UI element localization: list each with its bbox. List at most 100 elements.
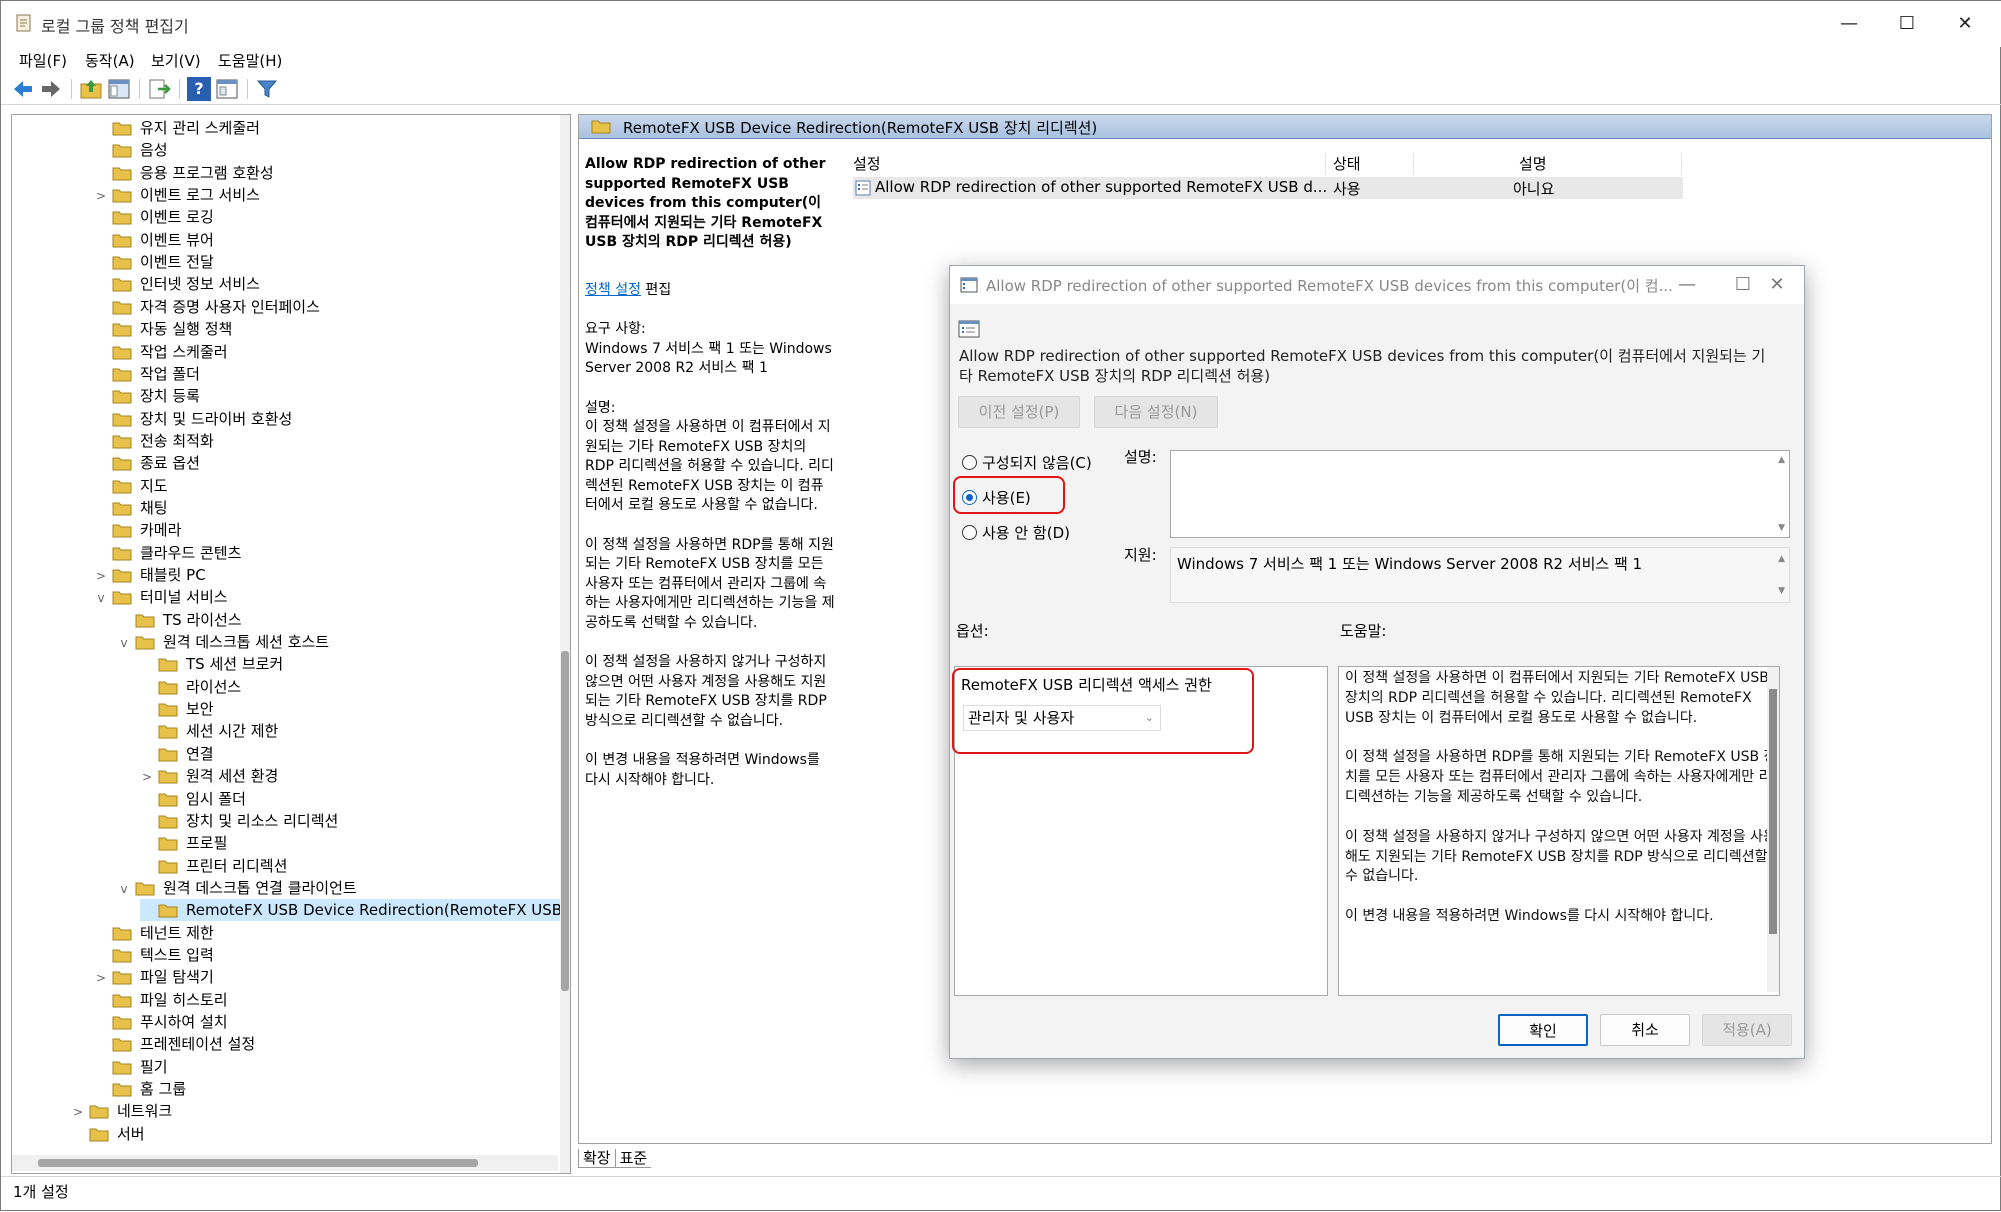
dialog-minimize-button[interactable]: — bbox=[1660, 270, 1714, 300]
tree-item[interactable]: 응용 프로그램 호환성 bbox=[94, 162, 274, 184]
filter-icon[interactable] bbox=[255, 77, 279, 101]
help-scroll-thumb[interactable] bbox=[1769, 689, 1777, 934]
radio-circle[interactable] bbox=[962, 455, 977, 470]
table-row[interactable]: Allow RDP redirection of other supported… bbox=[853, 177, 1683, 199]
radio-not-configured[interactable]: 구성되지 않음(C) bbox=[962, 452, 1092, 473]
menu-file[interactable]: 파일(F) bbox=[19, 50, 67, 71]
tree-vertical-scroll-thumb[interactable] bbox=[561, 651, 569, 991]
column-divider[interactable] bbox=[1413, 153, 1414, 175]
tree-item[interactable]: 라이선스 bbox=[140, 676, 241, 698]
scroll-down-icon[interactable]: ▼ bbox=[1778, 523, 1785, 533]
dialog-close-button[interactable]: ✕ bbox=[1750, 270, 1804, 300]
column-comment[interactable]: 설명 bbox=[1519, 153, 1547, 174]
collapse-chevron-icon[interactable]: v bbox=[117, 878, 131, 900]
help-panel[interactable]: 이 정책 설정을 사용하면 이 컴퓨터에서 지원되는 기타 RemoteFX U… bbox=[1338, 666, 1780, 996]
help-scrollbar[interactable] bbox=[1767, 667, 1779, 992]
tree-item[interactable]: 음성 bbox=[94, 139, 168, 161]
tree-item[interactable]: 자동 실행 정책 bbox=[94, 318, 232, 340]
tree-item[interactable]: 세션 시간 제한 bbox=[140, 720, 278, 742]
tree-item[interactable]: 보안 bbox=[140, 698, 214, 720]
show-hide-tree-icon[interactable] bbox=[107, 77, 131, 101]
expand-chevron-icon[interactable]: > bbox=[94, 967, 108, 989]
tree-item[interactable]: 클라우드 콘텐츠 bbox=[94, 542, 241, 564]
tree-item[interactable]: 작업 폴더 bbox=[94, 363, 200, 385]
folder-up-icon[interactable] bbox=[79, 77, 103, 101]
maximize-button[interactable]: ☐ bbox=[1877, 9, 1937, 39]
tree-item[interactable]: 유지 관리 스케줄러 bbox=[94, 117, 260, 139]
tree-item[interactable]: > 네트워크 bbox=[71, 1100, 172, 1122]
tab-standard[interactable]: 표준 bbox=[615, 1149, 652, 1168]
column-setting[interactable]: 설정 bbox=[853, 153, 881, 174]
close-button[interactable]: ✕ bbox=[1935, 9, 1995, 39]
tree-item[interactable]: 프레젠테이션 설정 bbox=[94, 1033, 255, 1055]
tree-horizontal-scrollbar[interactable] bbox=[12, 1155, 558, 1171]
tree-item[interactable]: 홈 그룹 bbox=[94, 1078, 186, 1100]
tree-item[interactable]: 인터넷 정보 서비스 bbox=[94, 273, 260, 295]
collapse-chevron-icon[interactable]: v bbox=[94, 587, 108, 609]
tree-item[interactable]: 푸시하여 설치 bbox=[94, 1011, 228, 1033]
tree-item[interactable]: 채팅 bbox=[94, 497, 168, 519]
back-arrow-icon[interactable] bbox=[11, 77, 35, 101]
tree-item[interactable]: 전송 최적화 bbox=[94, 430, 214, 452]
tree-item[interactable]: 종료 옵션 bbox=[94, 452, 200, 474]
expand-chevron-icon[interactable]: > bbox=[94, 565, 108, 587]
tree-item[interactable]: TS 라이선스 bbox=[117, 609, 242, 631]
cancel-button[interactable]: 취소 bbox=[1600, 1014, 1690, 1046]
edit-policy-link[interactable]: 정책 설정 bbox=[585, 282, 641, 298]
tree-item[interactable]: v 터미널 서비스 bbox=[94, 586, 227, 609]
apply-button[interactable]: 적용(A) bbox=[1702, 1014, 1792, 1046]
help-icon[interactable]: ? bbox=[187, 77, 211, 101]
expand-chevron-icon[interactable]: > bbox=[94, 185, 108, 207]
title-bar[interactable]: 로컬 그룹 정책 편집기 — ☐ ✕ bbox=[1, 1, 2001, 47]
tree-item[interactable]: 프로필 bbox=[140, 832, 227, 854]
column-state[interactable]: 상태 bbox=[1333, 153, 1361, 174]
tree-vertical-scrollbar[interactable] bbox=[560, 115, 570, 1173]
next-setting-button[interactable]: 다음 설정(N) bbox=[1094, 396, 1218, 428]
tree-item[interactable]: 장치 및 리소스 리디렉션 bbox=[140, 810, 338, 832]
minimize-button[interactable]: — bbox=[1819, 9, 1879, 39]
column-divider[interactable] bbox=[1681, 153, 1682, 175]
tree-item[interactable]: 프린터 리디렉션 bbox=[140, 855, 287, 877]
menu-help[interactable]: 도움말(H) bbox=[218, 50, 282, 71]
tree-item[interactable]: 장치 및 드라이버 호환성 bbox=[94, 408, 292, 430]
tree-item[interactable]: v 원격 데스크톱 연결 클라이언트 bbox=[117, 877, 356, 900]
tree-item[interactable]: 이벤트 뷰어 bbox=[94, 229, 214, 251]
tree-item[interactable]: > 이벤트 로그 서비스 bbox=[94, 184, 260, 206]
tree-horizontal-scroll-thumb[interactable] bbox=[38, 1159, 478, 1167]
radio-disabled[interactable]: 사용 안 함(D) bbox=[962, 522, 1070, 543]
ok-button[interactable]: 확인 bbox=[1498, 1014, 1588, 1046]
tree-item[interactable]: > 태블릿 PC bbox=[94, 564, 206, 586]
tree-item[interactable]: 필기 bbox=[94, 1056, 168, 1078]
menu-view[interactable]: 보기(V) bbox=[151, 50, 201, 71]
tree-item[interactable]: 작업 스케줄러 bbox=[94, 341, 228, 363]
expand-chevron-icon[interactable]: > bbox=[71, 1101, 85, 1123]
properties-icon[interactable] bbox=[215, 77, 239, 101]
tree-item[interactable]: 테넌트 제한 bbox=[94, 922, 214, 944]
tree-item[interactable]: 자격 증명 사용자 인터페이스 bbox=[94, 296, 320, 318]
previous-setting-button[interactable]: 이전 설정(P) bbox=[958, 396, 1080, 428]
scroll-up-icon[interactable]: ▲ bbox=[1778, 554, 1785, 564]
scroll-down-icon[interactable]: ▼ bbox=[1778, 586, 1785, 596]
tree-item[interactable]: 서버 bbox=[71, 1123, 145, 1145]
comment-textarea[interactable]: ▲ ▼ bbox=[1170, 450, 1790, 538]
tree-item[interactable]: > 파일 탐색기 bbox=[94, 966, 214, 988]
expand-chevron-icon[interactable]: > bbox=[140, 766, 154, 788]
tree-item[interactable]: > 원격 세션 환경 bbox=[140, 765, 278, 787]
menu-action[interactable]: 동작(A) bbox=[85, 50, 135, 71]
collapse-chevron-icon[interactable]: v bbox=[117, 632, 131, 654]
tree-item[interactable]: 지도 bbox=[94, 475, 168, 497]
column-divider[interactable] bbox=[1325, 153, 1326, 175]
export-list-icon[interactable] bbox=[147, 77, 171, 101]
forward-arrow-icon[interactable] bbox=[39, 77, 63, 101]
radio-circle[interactable] bbox=[962, 525, 977, 540]
dialog-title-bar[interactable]: Allow RDP redirection of other supported… bbox=[950, 266, 1804, 304]
tree-item[interactable]: TS 세션 브로커 bbox=[140, 653, 283, 675]
tree-item[interactable]: 파일 히스토리 bbox=[94, 989, 228, 1011]
scroll-up-icon[interactable]: ▲ bbox=[1778, 455, 1785, 465]
tree-item[interactable]: 이벤트 로깅 bbox=[94, 206, 214, 228]
policy-tree-pane[interactable]: 유지 관리 스케줄러 음성 응용 프로그램 호환성 > 이벤트 로그 서비스 이벤트 로깅… bbox=[11, 114, 571, 1174]
tree-item[interactable]: v 원격 데스크톱 세션 호스트 bbox=[117, 631, 329, 653]
tree-item[interactable]: 카메라 bbox=[94, 519, 181, 541]
tree-item-selected[interactable]: RemoteFX USB Device Redirection(RemoteFX… bbox=[140, 899, 570, 922]
tree-item[interactable]: 이벤트 전달 bbox=[94, 251, 214, 273]
